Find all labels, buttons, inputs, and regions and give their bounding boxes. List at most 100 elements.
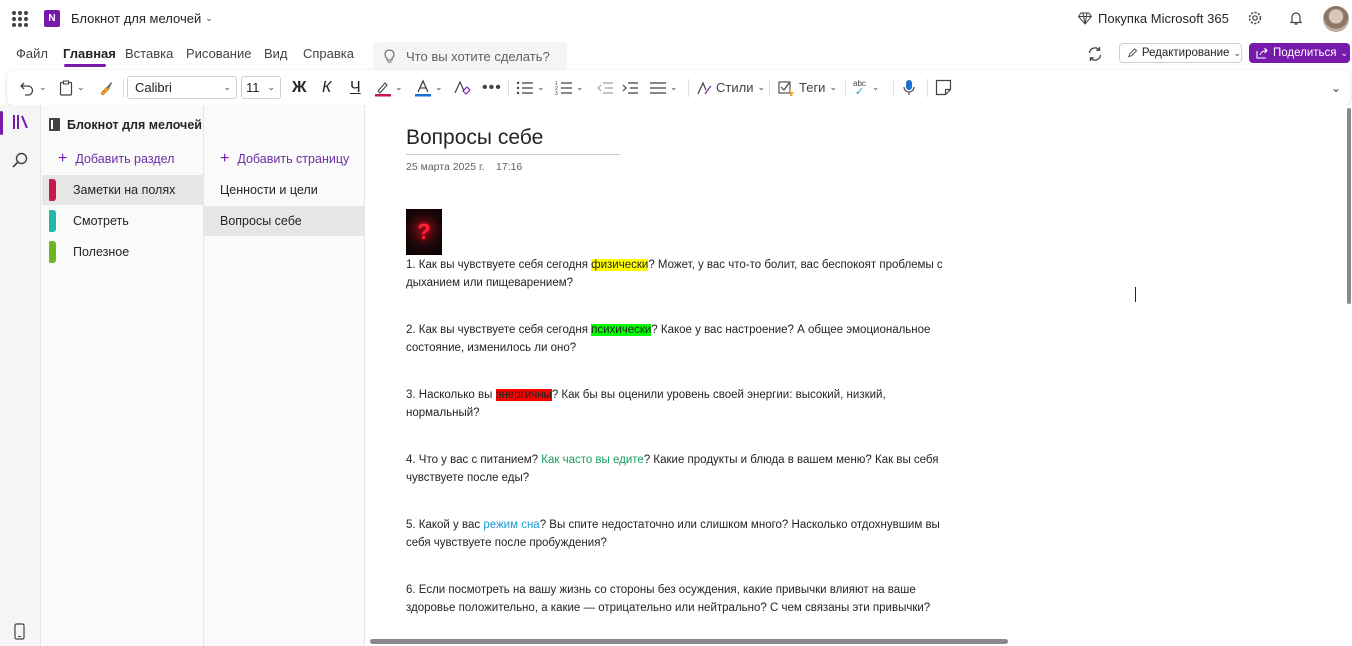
search-button[interactable] [12,152,28,171]
clear-formatting-button[interactable] [453,70,471,105]
question-paragraph-1[interactable]: 1. Как вы чувствуете себя сегодня физиче… [406,256,946,292]
share-button[interactable]: Поделиться ⌄ [1249,43,1350,63]
share-icon [1256,47,1268,59]
spellcheck-icon: abc ✓ [853,78,866,98]
add-page-button[interactable]: + Добавить страницу [220,151,350,167]
tab-view[interactable]: Вид [264,46,288,61]
active-tab-indicator [64,64,106,67]
tab-help[interactable]: Справка [303,46,354,61]
highlighted-text: физически [591,259,649,271]
font-color-icon [415,78,431,96]
section-item-watch[interactable]: Смотреть [42,206,203,236]
sticky-note-icon [935,79,952,96]
horizontal-scrollbar[interactable] [370,639,1008,644]
question-paragraph-2[interactable]: 2. Как вы чувствуете себя сегодня психич… [406,321,946,357]
tags-button[interactable]: Теги ⌄ [778,70,837,105]
increase-indent-button[interactable] [621,70,639,105]
microphone-icon [903,79,915,95]
paragraph-text: 6. Если посмотреть на вашу жизнь со стор… [406,584,931,614]
notebooks-button[interactable] [12,114,30,133]
editing-mode-button[interactable]: Редактирование ⌄ [1119,43,1242,63]
add-section-button[interactable]: + Добавить раздел [58,151,175,167]
paragraph-text: 1. Как вы чувствуете себя сегодня [406,259,592,271]
page-title[interactable]: Вопросы себе [406,126,543,150]
question-mark-image[interactable]: ? [406,209,442,255]
title-bar: N Блокнот для мелочей ⌄ Покупка Microsof… [0,0,1352,38]
paragraph-text: 3. Насколько вы [406,389,496,401]
add-section-label: Добавить раздел [75,152,175,166]
buy-microsoft365-label: Покупка Microsoft 365 [1098,11,1229,26]
tab-draw[interactable]: Рисование [186,46,251,61]
alignment-button[interactable]: ⌄ [649,70,678,105]
tab-home[interactable]: Главная [63,46,116,61]
font-name-value: Calibri [135,80,172,95]
chevron-down-icon: ⌄ [267,82,275,92]
highlighter-icon [375,81,391,96]
notebook-header[interactable]: Блокнот для мелочей ⌄ [48,117,216,132]
onenote-icon: N [44,10,60,27]
tell-me-search[interactable]: Что вы хотите сделать? [373,42,567,70]
buy-microsoft365-button[interactable]: Покупка Microsoft 365 [1078,11,1229,26]
undo-button[interactable]: ⌄ [19,70,47,105]
colored-text: режим сна [483,519,540,531]
section-item-notes[interactable]: Заметки на полях [42,175,203,205]
clipboard-icon [59,80,73,96]
notebook-switcher[interactable]: Блокнот для мелочей ⌄ [71,11,213,26]
paragraph-text: 2. Как вы чувствуете себя сегодня [406,324,592,336]
search-placeholder: Что вы хотите сделать? [406,48,550,64]
question-paragraph-6[interactable]: 6. Если посмотреть на вашу жизнь со стор… [406,581,946,617]
notebooks-icon [13,115,28,129]
question-paragraph-4[interactable]: 4. Что у вас с питанием? Как часто вы ед… [406,451,946,487]
paste-button[interactable]: ⌄ [59,70,85,105]
page-canvas[interactable] [366,105,1352,646]
settings-button[interactable] [1247,10,1263,29]
sync-icon [1088,47,1102,61]
vertical-scrollbar[interactable] [1347,108,1351,304]
section-label: Полезное [73,245,130,259]
decrease-indent-button[interactable] [596,70,614,105]
format-painter-button[interactable] [98,70,114,105]
chevron-down-icon: ⌄ [1340,47,1349,58]
font-color-button[interactable]: ⌄ [414,70,443,105]
underline-button[interactable]: Ч [350,70,361,105]
question-paragraph-3[interactable]: 3. Насколько вы энергичны? Как бы вы оце… [406,386,946,422]
outdent-icon [597,81,613,94]
bullets-button[interactable]: ⌄ [516,70,545,105]
font-size-select[interactable]: 11 ⌄ [241,76,281,99]
sync-button[interactable] [1086,45,1104,66]
font-size-value: 11 [246,80,260,95]
ribbon-expand-button[interactable]: ⌄ [1331,70,1341,105]
chevron-down-icon: ⌄ [1331,80,1342,95]
format-painter-icon [100,81,112,96]
chevron-down-icon: ⌄ [1233,47,1241,58]
question-paragraph-5[interactable]: 5. Какой у вас режим сна? Вы спите недос… [406,516,946,552]
mobile-app-button[interactable] [14,623,25,643]
sticky-note-button[interactable] [935,70,952,105]
more-formatting-button[interactable]: ••• [482,70,502,105]
dictate-button[interactable] [902,70,916,105]
navigation-rail [0,105,41,646]
spelling-button[interactable]: abc ✓ ⌄ [853,70,879,105]
styles-button[interactable]: Стили ⌄ [696,70,765,105]
align-icon [650,81,666,94]
section-item-useful[interactable]: Полезное [42,237,203,267]
app-launcher-icon[interactable] [12,11,28,27]
notifications-button[interactable] [1288,10,1304,29]
colored-text: Как часто вы едите [541,454,644,466]
font-name-select[interactable]: Calibri ⌄ [127,76,237,99]
title-divider [406,154,620,155]
add-page-label: Добавить страницу [237,152,350,166]
text-cursor [1135,287,1136,302]
highlight-button[interactable]: ⌄ [374,70,403,105]
page-item-questions[interactable]: Вопросы себе [204,206,365,236]
italic-button[interactable]: К [322,70,331,105]
tab-insert[interactable]: Вставка [125,46,173,61]
numbering-button[interactable]: 123 ⌄ [555,70,584,105]
bold-button[interactable]: Ж [292,70,306,105]
section-color-tab [49,210,56,232]
section-label: Заметки на полях [73,183,176,197]
page-item-values[interactable]: Ценности и цели [204,175,365,205]
chevron-down-icon: ⌄ [537,82,545,92]
avatar[interactable] [1323,6,1349,32]
tab-file[interactable]: Файл [16,46,48,61]
